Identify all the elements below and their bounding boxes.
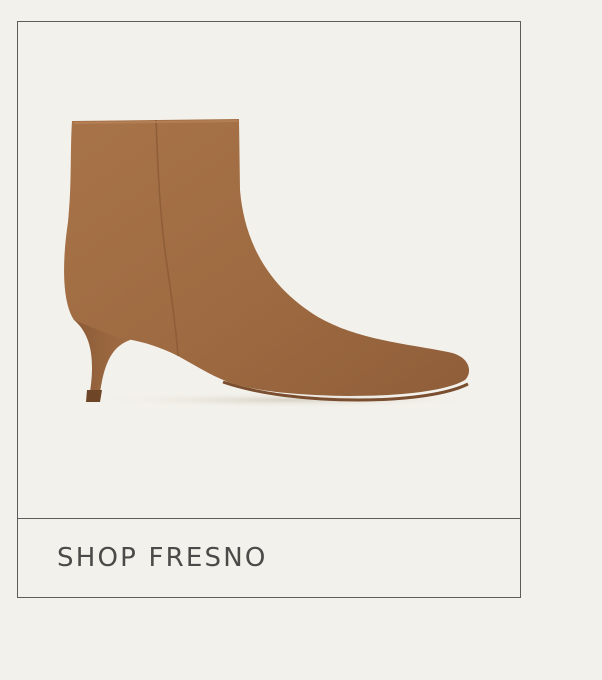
product-image-area[interactable] [18,22,520,519]
shop-fresno-link[interactable]: SHOP FRESNO [18,519,520,597]
ankle-boot-image [64,119,488,408]
product-card[interactable]: SHOP FRESNO [17,21,521,598]
cta-label: SHOP FRESNO [57,543,268,573]
